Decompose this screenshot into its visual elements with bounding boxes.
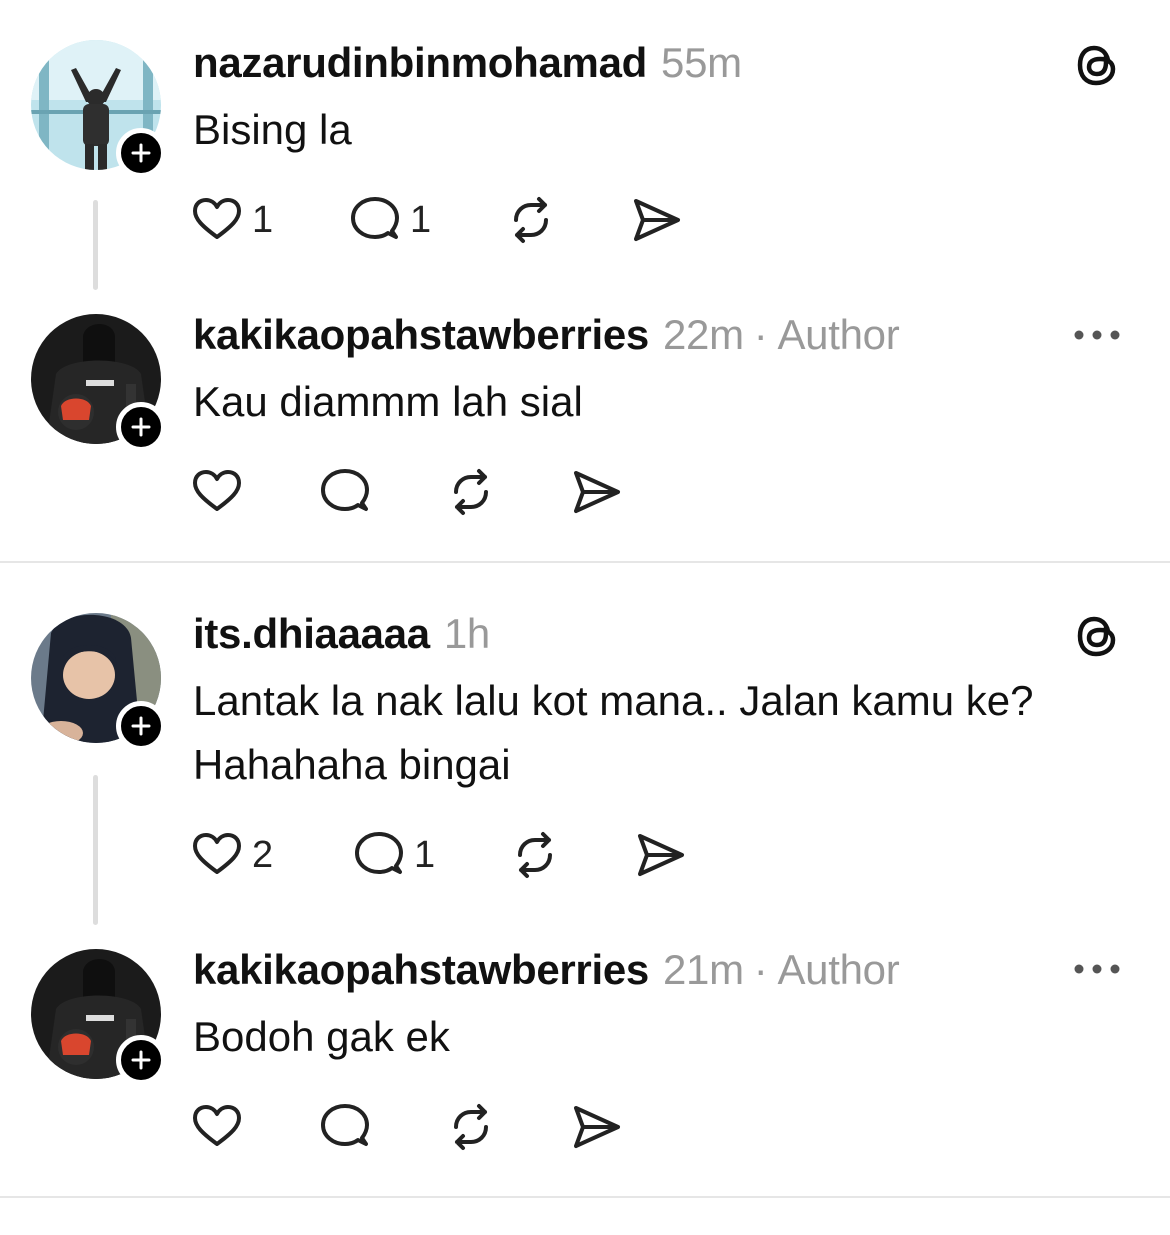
reply-count: 1 [414,833,436,876]
share-button[interactable] [630,190,684,250]
divider [0,1196,1170,1198]
heart-icon [193,1105,241,1146]
post-header: nazarudinbinmohamad 55m [193,42,742,84]
comment-icon [321,1104,369,1146]
follow-button[interactable] [116,402,166,452]
post-text-line: Kau diammm lah sial [193,378,583,425]
author-badge: Author [777,311,900,358]
post-text: Bising la [193,98,352,162]
username[interactable]: kakikaopahstawberries [193,311,649,358]
username[interactable]: kakikaopahstawberries [193,946,649,993]
more-options-icon[interactable] [1072,962,1122,981]
like-count: 1 [252,198,274,241]
reply-post: kakikaopahstawberries 21m · Author Bodoh ga… [0,925,1170,1195]
post-header: kakikaopahstawberries 22m · Author [193,311,900,358]
reply-post: its.dhiaaaaa 1h Lantak la nak lalu kot ma… [0,563,1170,925]
follow-button[interactable] [116,1035,166,1085]
reply-count: 1 [410,198,432,241]
reply-post: nazarudinbinmohamad 55m Bising la 1 1 [0,0,1170,290]
repost-icon [454,469,488,515]
post-text-line: Lantak la nak lalu kot mana.. Jalan kamu… [193,677,1034,724]
reply-post: kakikaopahstawberries 22m · Author Kau diam… [0,290,1170,560]
share-button[interactable] [634,825,688,885]
threads-logo-icon[interactable] [1072,609,1122,668]
follow-button[interactable] [116,128,166,178]
post-header: its.dhiaaaaa 1h [193,613,490,655]
thread-line [93,775,98,925]
thread-line [93,200,98,290]
post-header: kakikaopahstawberries 21m · Author [193,946,900,993]
comment-icon [321,469,369,511]
post-text-line: Bodoh gak ek [193,1013,450,1060]
follow-button[interactable] [116,701,166,751]
timestamp: 1h [443,610,490,657]
post-text: Lantak la nak lalu kot mana.. Jalan kamu… [193,669,1034,797]
like-button[interactable] [190,1097,244,1157]
repost-button[interactable] [504,190,558,250]
like-button[interactable] [190,462,244,522]
plus-icon [131,716,151,736]
timestamp: 22m [662,311,744,358]
plus-icon [131,1050,151,1070]
repost-icon [514,197,548,243]
send-icon [574,471,620,513]
like-button[interactable]: 2 [190,825,273,885]
heart-icon [193,198,241,239]
post-text-line: Hahahaha bingai [193,741,511,788]
send-icon [634,199,680,241]
repost-button[interactable] [444,1097,498,1157]
timestamp: 55m [661,39,742,86]
reply-button[interactable]: 1 [348,190,431,250]
comment-icon [351,197,399,239]
send-icon [574,1106,620,1148]
send-icon [638,834,684,876]
username[interactable]: its.dhiaaaaa [193,610,430,657]
author-badge: Author [777,946,900,993]
heart-icon [193,833,241,874]
separator-dot: · [753,946,768,993]
share-button[interactable] [570,1097,624,1157]
timestamp: 21m [662,946,744,993]
plus-icon [131,417,151,437]
username[interactable]: nazarudinbinmohamad [193,39,647,86]
repost-button[interactable] [444,462,498,522]
repost-icon [518,832,552,878]
post-text: Bodoh gak ek [193,1005,450,1069]
like-count: 2 [252,833,274,876]
reply-button[interactable] [318,462,372,522]
comment-icon [355,832,403,874]
reply-button[interactable] [318,1097,372,1157]
repost-button[interactable] [508,825,562,885]
plus-icon [131,143,151,163]
separator-dot: · [753,311,768,358]
repost-icon [454,1104,488,1150]
post-text: Kau diammm lah sial [193,370,583,434]
share-button[interactable] [570,462,624,522]
reply-button[interactable]: 1 [352,825,435,885]
threads-logo-icon[interactable] [1072,38,1122,97]
post-text-line: Bising la [193,106,352,153]
like-button[interactable]: 1 [190,190,273,250]
heart-icon [193,470,241,511]
more-options-icon[interactable] [1072,328,1122,347]
